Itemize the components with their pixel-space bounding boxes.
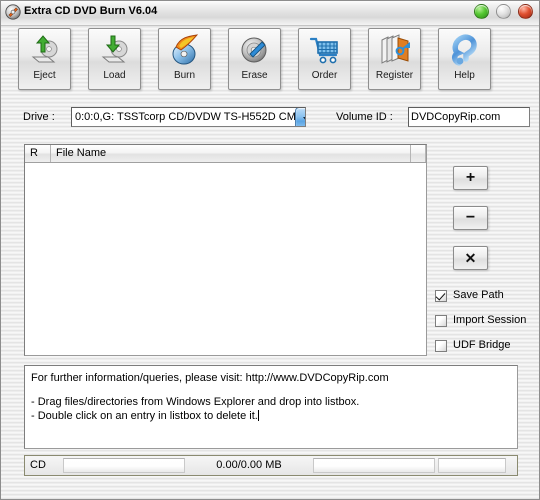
help-button-label: Help [454,70,475,81]
checkbox-save-path[interactable]: Save Path [435,289,504,302]
shopping-cart-icon [308,33,342,67]
file-list-body[interactable] [25,163,426,355]
add-files-button[interactable]: + [453,166,488,190]
text-caret [257,410,259,421]
titlebar: Extra CD DVD Burn V6.04 [1,1,539,26]
zoom-button[interactable] [496,4,511,19]
cd-disc-icon [5,3,21,20]
erase-button-label: Erase [241,70,268,81]
info-blank-line [31,385,511,395]
burn-disc-icon [168,33,202,67]
load-button-label: Load [103,70,126,81]
help-button[interactable]: Help [438,28,491,90]
drive-row: Drive : 0:0:0,G: TSSTcorp CD/DVDW TS-H55… [1,106,539,128]
eject-button-label: Eject [33,70,56,81]
status-progress-3 [438,458,506,473]
checkbox-import-session-box[interactable] [435,314,447,327]
info-line-3: - Double click on an entry in listbox to… [31,409,511,423]
order-button[interactable]: Order [298,28,351,90]
chevron-down-icon[interactable] [295,108,305,126]
checkbox-save-path-box[interactable] [435,289,447,302]
close-button[interactable] [518,4,533,19]
file-list-header: R File Name [25,145,426,163]
status-progress-2 [313,458,435,473]
status-media-type: CD [30,459,46,471]
burn-button[interactable]: Burn [158,28,211,90]
order-button-label: Order [311,70,338,81]
plus-icon: + [465,169,476,186]
load-disc-icon [98,33,132,67]
status-progress-1 [63,458,185,473]
checkbox-import-session[interactable]: Import Session [435,314,526,327]
column-header-spacer [411,145,426,162]
checkbox-save-path-label: Save Path [453,289,504,301]
file-list[interactable]: R File Name [24,144,427,356]
register-books-key-icon [378,33,412,67]
help-question-icon [448,33,482,67]
info-textarea[interactable]: For further information/queries, please … [24,365,518,449]
register-button-label: Register [375,70,414,81]
load-button[interactable]: Load [88,28,141,90]
register-button[interactable]: Register [368,28,421,90]
drive-select[interactable]: 0:0:0,G: TSSTcorp CD/DVDW TS-H552D CM0 [71,107,306,127]
column-header-r[interactable]: R [25,145,51,162]
status-size: 0.00/0.00 MB [216,459,282,471]
application-window: Extra CD DVD Burn V6.04 Eject Load Burn … [0,0,540,500]
eject-disc-icon [28,33,62,67]
volume-id-input[interactable] [408,107,530,127]
close-x-icon: ✕ [464,250,477,266]
toolbar: Eject Load Burn Erase Order Register Hel… [1,28,539,100]
erase-disc-icon [238,33,272,67]
column-header-file-name[interactable]: File Name [51,145,411,162]
window-controls [474,4,533,19]
checkbox-import-session-label: Import Session [453,314,527,326]
checkbox-udf-bridge-label: UDF Bridge [453,339,511,351]
eject-button[interactable]: Eject [18,28,71,90]
checkbox-udf-bridge[interactable]: UDF Bridge [435,339,510,352]
volume-id-label: Volume ID : [336,110,393,123]
minimize-button[interactable] [474,4,489,19]
checkbox-udf-bridge-box[interactable] [435,339,447,352]
clear-list-button[interactable]: ✕ [453,246,488,270]
info-line-3-text: - Double click on an entry in listbox to… [31,410,258,422]
info-line-2: - Drag files/directories from Windows Ex… [31,396,360,408]
drive-label: Drive : [23,110,55,123]
window-title: Extra CD DVD Burn V6.04 [24,5,158,17]
minus-icon: − [465,209,476,226]
drive-select-value: 0:0:0,G: TSSTcorp CD/DVDW TS-H552D CM0 [75,110,302,123]
burn-button-label: Burn [173,70,196,81]
status-bar: CD 0.00/0.00 MB [24,455,518,476]
erase-button[interactable]: Erase [228,28,281,90]
remove-file-button[interactable]: − [453,206,488,230]
info-line-1: For further information/queries, please … [31,372,389,384]
